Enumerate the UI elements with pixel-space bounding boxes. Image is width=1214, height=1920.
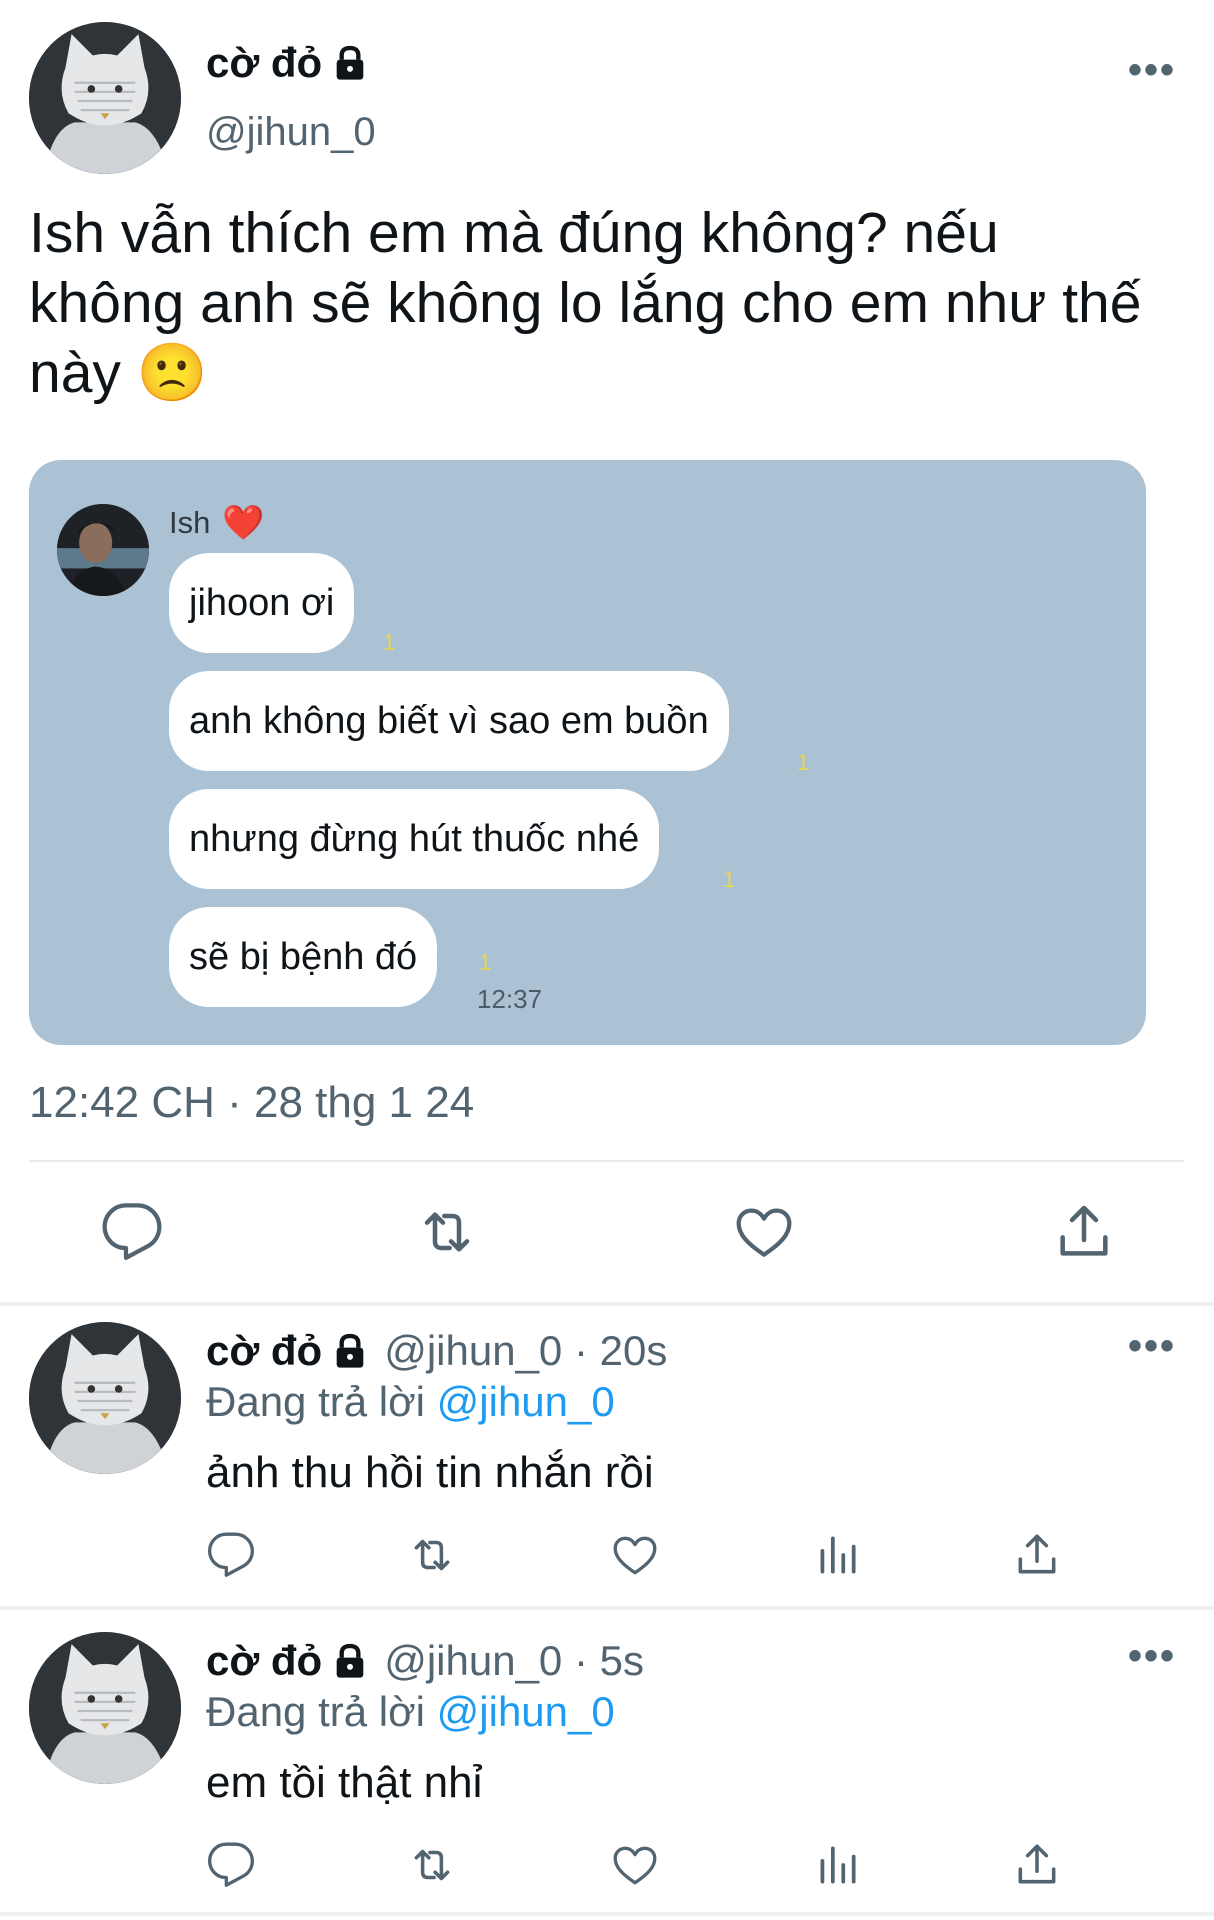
author-display-name: cờ đỏ	[206, 39, 323, 86]
chat-sender-row: Ish ❤️	[169, 500, 265, 546]
reply-header: cờ đỏ @jihun_0 · 5s	[206, 1636, 644, 1686]
chat-message: jihoon ơi	[169, 553, 355, 653]
chat-sender-avatar	[57, 504, 149, 596]
read-count: 1	[383, 630, 396, 655]
divider	[0, 1302, 1214, 1306]
chat-message: nhưng đừng hút thuốc nhé	[169, 789, 660, 889]
like-icon[interactable]	[732, 1200, 796, 1264]
replying-to-link[interactable]: @jihun_0	[437, 1688, 615, 1735]
replying-prefix: Đang trả lời	[206, 1378, 425, 1425]
reply-text: ảnh thu hồi tin nhắn rồi	[206, 1448, 654, 1497]
retweet-icon[interactable]	[404, 1840, 460, 1890]
more-options-icon[interactable]: •••	[1128, 1634, 1176, 1679]
tweet-timestamp[interactable]: 12:42 CH · 28 thg 1 24	[29, 1078, 474, 1128]
replying-to: Đang trả lời @jihun_0	[206, 1688, 615, 1736]
divider	[0, 1912, 1214, 1916]
read-count: 1	[797, 750, 810, 775]
reply-text: em tồi thật nhỉ	[206, 1758, 483, 1807]
author-avatar[interactable]	[29, 22, 181, 174]
share-icon[interactable]	[1012, 1840, 1062, 1890]
chat-screenshot-card[interactable]: Ish ❤️ jihoon ơi 1 anh không biết vì sao…	[29, 460, 1146, 1045]
reply-icon[interactable]	[206, 1530, 256, 1580]
lock-icon	[330, 43, 370, 83]
read-count: 1	[479, 950, 492, 975]
like-icon[interactable]	[610, 1530, 660, 1580]
more-options-icon[interactable]: •••	[1128, 48, 1176, 93]
more-options-icon[interactable]: •••	[1128, 1324, 1176, 1369]
retweet-icon[interactable]	[412, 1200, 482, 1264]
divider	[0, 1606, 1214, 1610]
lock-icon	[330, 1331, 370, 1371]
replying-to-link[interactable]: @jihun_0	[437, 1378, 615, 1425]
views-icon[interactable]	[812, 1530, 862, 1580]
chat-message-time: 12:37	[477, 984, 543, 1014]
lock-icon	[330, 1641, 370, 1681]
reply-icon[interactable]	[206, 1840, 256, 1890]
replying-prefix: Đang trả lời	[206, 1688, 425, 1735]
heart-emoji: ❤️	[222, 504, 265, 542]
reply-handle-time: @jihun_0 · 5s	[384, 1637, 644, 1684]
divider	[29, 1160, 1184, 1162]
reply-avatar[interactable]	[29, 1322, 181, 1474]
author-name-row[interactable]: cờ đỏ	[206, 38, 370, 88]
reply-icon[interactable]	[100, 1200, 164, 1264]
tweet-text: Ish vẫn thích em mà đúng không? nếu khôn…	[29, 201, 1142, 405]
chat-sender-name: Ish	[169, 505, 211, 540]
share-icon[interactable]	[1052, 1200, 1116, 1264]
replying-to: Đang trả lời @jihun_0	[206, 1378, 615, 1426]
reply-avatar[interactable]	[29, 1632, 181, 1784]
views-icon[interactable]	[812, 1840, 862, 1890]
reply-handle-time: @jihun_0 · 20s	[384, 1327, 668, 1374]
reply-header: cờ đỏ @jihun_0 · 20s	[206, 1326, 667, 1376]
read-count: 1	[723, 867, 736, 892]
chat-message: anh không biết vì sao em buồn	[169, 671, 729, 771]
like-icon[interactable]	[610, 1840, 660, 1890]
share-icon[interactable]	[1012, 1530, 1062, 1580]
retweet-icon[interactable]	[404, 1530, 460, 1580]
reply-display-name[interactable]: cờ đỏ	[206, 1637, 322, 1685]
author-handle[interactable]: @jihun_0	[206, 110, 376, 155]
chat-message: sẽ bị bệnh đó	[169, 907, 438, 1007]
reply-display-name[interactable]: cờ đỏ	[206, 1327, 322, 1375]
